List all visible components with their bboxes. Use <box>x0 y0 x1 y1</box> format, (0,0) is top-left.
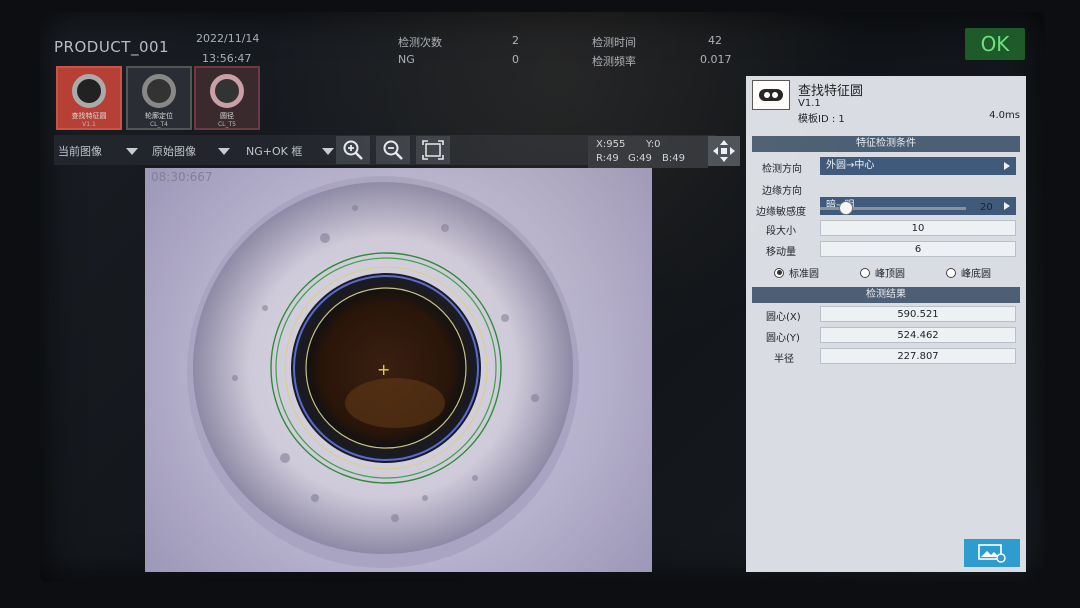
zoom-out-button[interactable] <box>376 136 410 164</box>
tool-settings-panel: 查找特征圆 V1.1 模板ID : 1 4.0ms 特征检测条件 检测方向 外圆… <box>746 76 1026 572</box>
radio-selected-icon <box>774 267 784 278</box>
sensitivity-slider-track[interactable] <box>820 201 966 215</box>
conditions-header: 特征检测条件 <box>752 136 1020 152</box>
dropdown-label: NG+OK 框 <box>246 145 303 158</box>
radio-label: 峰底圆 <box>961 269 991 280</box>
tool-thumb-sub: CL_T5 <box>217 121 236 128</box>
fit-screen-icon <box>422 140 444 160</box>
tool-thumb-diameter[interactable]: 圆径 CL_T5 <box>194 66 260 130</box>
detect-count-value: 2 <box>512 34 519 47</box>
direction-select[interactable]: 外圆→中心 <box>820 157 1016 175</box>
radio-bottom-circle[interactable]: 峰底圆 <box>946 265 991 280</box>
sensitivity-value: 20 <box>980 202 993 213</box>
time-text: 13:56:47 <box>202 52 252 65</box>
circle-center-crosshair: + <box>377 360 391 379</box>
move-amount-field[interactable]: 6 <box>820 241 1016 257</box>
radio-peak-circle[interactable]: 峰顶圆 <box>860 265 905 280</box>
circle-tool-icon <box>72 74 106 108</box>
tool-thumb-label: 圆径 <box>220 112 234 120</box>
tool-name: 查找特征圆 <box>798 84 864 99</box>
current-image-dropdown[interactable]: 当前图像 <box>58 143 138 159</box>
direction-label: 检测方向 <box>762 164 802 175</box>
zoom-in-icon <box>343 140 363 160</box>
zoom-in-button[interactable] <box>336 136 370 164</box>
original-image-dropdown[interactable]: 原始图像 <box>152 143 230 159</box>
center-y-value: 524.462 <box>820 327 1016 343</box>
pan-move-button[interactable] <box>708 136 740 166</box>
center-y-label: 圆心(Y) <box>766 333 800 344</box>
tool-thumb-sub: CL_T4 <box>149 121 168 128</box>
chevron-down-icon <box>126 147 138 155</box>
ok-result-indicator: OK <box>965 28 1025 60</box>
results-header: 检测结果 <box>752 287 1020 303</box>
radio-unselected-icon <box>860 267 870 278</box>
move-amount-label: 移动量 <box>766 247 796 258</box>
image-settings-icon <box>978 544 1006 563</box>
detect-time-value: 42 <box>708 34 722 47</box>
elapsed-time: 4.0ms <box>989 110 1020 121</box>
chevron-right-icon <box>1004 162 1010 170</box>
tool-version: V1.1 <box>798 98 821 109</box>
date-text: 2022/11/14 <box>196 32 260 45</box>
center-x-label: 圆心(X) <box>766 312 801 323</box>
tool-thumb-find-circle[interactable]: 查找特征圆 V1.1 <box>56 66 122 130</box>
zoom-out-icon <box>383 140 403 160</box>
template-id: 模板ID : 1 <box>798 114 845 125</box>
edge-direction-label: 边缘方向 <box>762 186 802 197</box>
chevron-down-icon <box>218 147 230 155</box>
detect-count-label: 检测次数 <box>398 36 442 49</box>
chevron-right-icon <box>1004 202 1010 210</box>
circle-tool-icon <box>142 74 176 108</box>
tool-thumb-label: 查找特征圆 <box>71 112 107 120</box>
hmi-screen: PRODUCT_001 2022/11/14 13:56:47 检测次数 2 N… <box>40 12 1045 582</box>
ng-count-value: 0 <box>512 53 519 66</box>
tool-thumb-sub: V1.1 <box>82 121 96 128</box>
ng-label: NG <box>398 53 415 66</box>
detect-time-label: 检测时间 <box>592 36 636 49</box>
radio-label: 峰顶圆 <box>875 269 905 280</box>
product-name: PRODUCT_001 <box>54 38 170 56</box>
sensitivity-label: 边缘敏感度 <box>756 207 806 218</box>
radio-unselected-icon <box>946 267 956 278</box>
readout-b: B:49 <box>662 153 685 164</box>
tool-thumb-contour[interactable]: 轮廓定位 CL_T4 <box>126 66 192 130</box>
direction-value: 外圆→中心 <box>826 160 875 171</box>
pixel-readout: X:955 Y:0 R:49 G:49 B:49 <box>588 136 708 168</box>
radius-label: 半径 <box>774 354 794 365</box>
segment-size-label: 段大小 <box>766 226 796 237</box>
readout-y: Y:0 <box>646 139 661 150</box>
tool-thumb-label: 轮廓定位 <box>145 112 173 120</box>
dropdown-label: 当前图像 <box>58 145 102 158</box>
chevron-down-icon <box>322 147 335 155</box>
ng-ok-frame-dropdown[interactable]: NG+OK 框 <box>246 143 335 159</box>
detect-freq-value: 0.017 <box>700 53 732 66</box>
readout-g: G:49 <box>628 153 652 164</box>
radius-value: 227.807 <box>820 348 1016 364</box>
readout-r: R:49 <box>596 153 619 164</box>
fit-screen-button[interactable] <box>416 136 450 164</box>
camera-image-view[interactable]: 08:30:667 + <box>145 168 652 572</box>
image-settings-button[interactable] <box>964 539 1020 567</box>
circle-tool-icon <box>752 80 790 110</box>
move-arrows-icon <box>713 140 735 162</box>
segment-size-field[interactable]: 10 <box>820 220 1016 236</box>
readout-x: X:955 <box>596 139 626 150</box>
center-x-value: 590.521 <box>820 306 1016 322</box>
radio-label: 标准圆 <box>789 269 819 280</box>
radio-standard-circle[interactable]: 标准圆 <box>774 265 819 280</box>
detect-freq-label: 检测频率 <box>592 55 636 68</box>
frame-timestamp: 08:30:667 <box>151 170 213 184</box>
circle-tool-icon <box>210 74 244 108</box>
camera-image <box>187 176 579 568</box>
dropdown-label: 原始图像 <box>152 145 196 158</box>
